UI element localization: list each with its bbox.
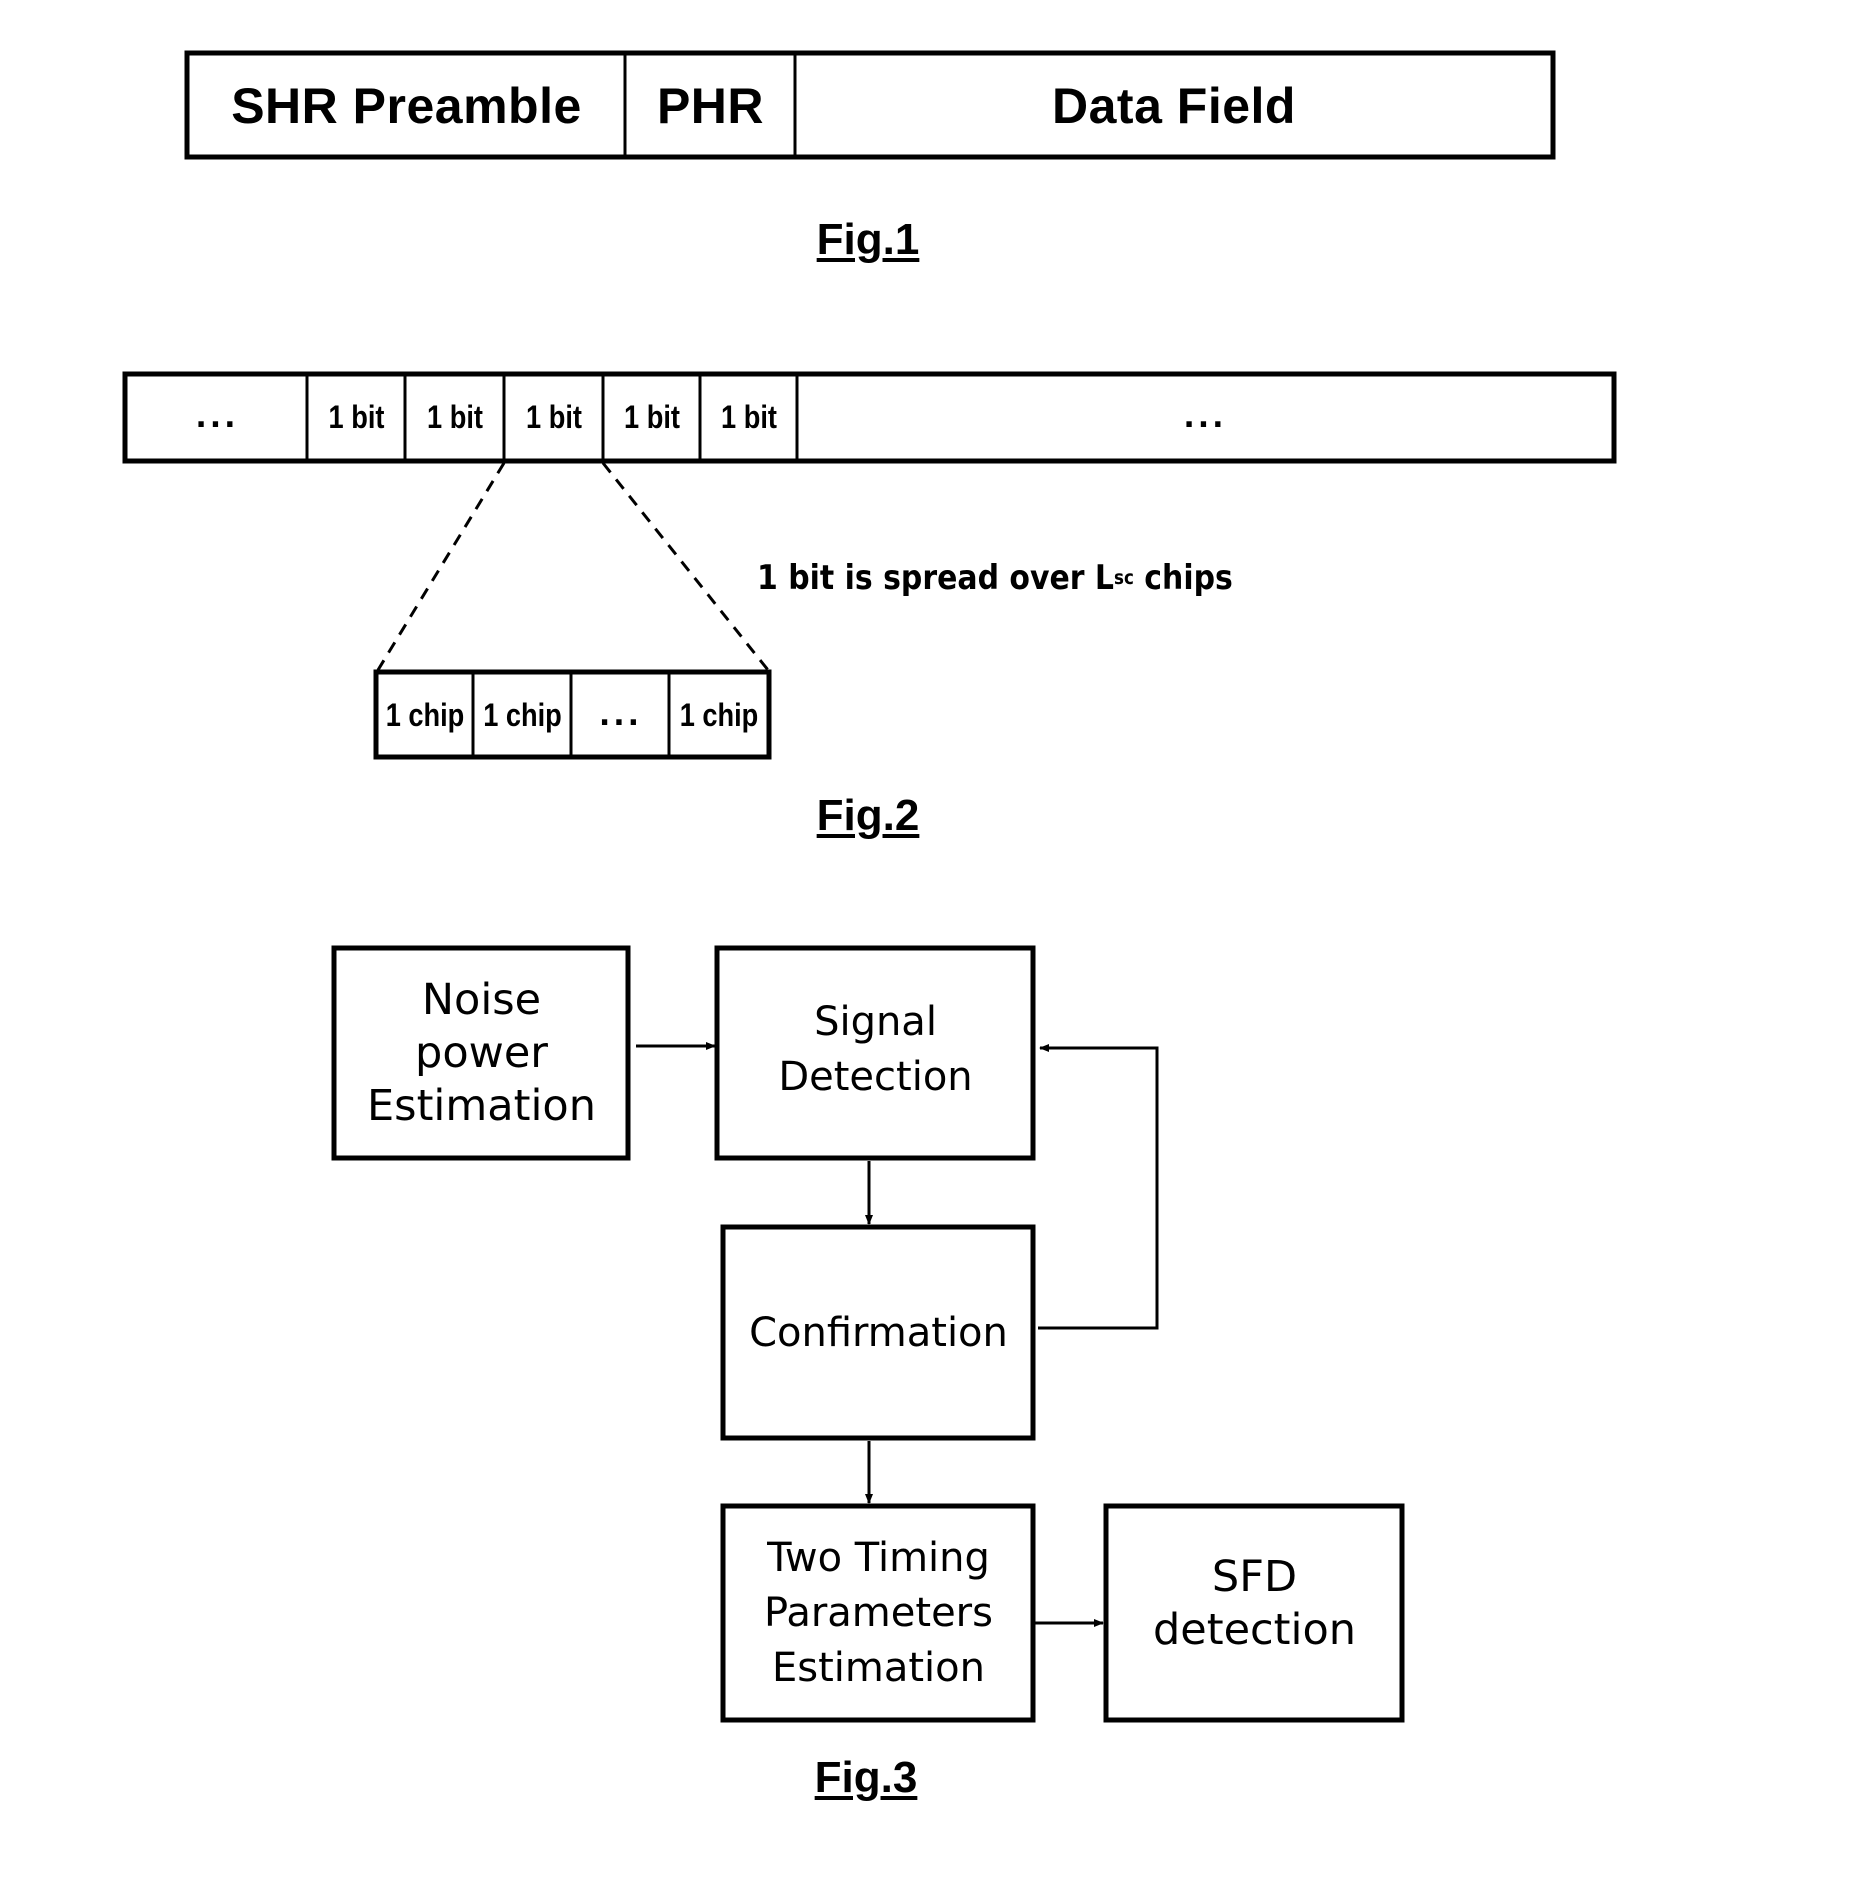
fig2-caption: Fig.2 (816, 791, 920, 840)
fig1-caption: Fig.1 (816, 215, 920, 264)
block-text-line: Confirmation (749, 1309, 1008, 1356)
data-field: Data Field (1052, 78, 1296, 134)
block-text-line: SFD (1211, 1552, 1298, 1602)
fig3-caption: Fig.3 (814, 1753, 918, 1802)
chip-cell-ellipsis: ... (598, 697, 643, 733)
arrow-confirmation-feedback-to-signal (1038, 1044, 1159, 1330)
block-text-line: Two Timing (767, 1535, 990, 1581)
block-text-line: Parameters (764, 1590, 993, 1636)
bit-cell: 1 bit (328, 398, 385, 435)
block-text-line: Signal (814, 998, 937, 1045)
two-timing-parameters-estimation-block: Two Timing Parameters Estimation (726, 1509, 1031, 1718)
spreading-annotation: 1 bit is spread over Lsc chips (757, 553, 1233, 603)
annotation-prefix: 1 bit is spread over L (757, 558, 1115, 598)
phr-field: PHR (656, 78, 765, 134)
block-text-line: power (415, 1028, 548, 1078)
noise-power-estimation-block: Noise power Estimation (337, 951, 626, 1156)
annotation-suffix: chips (1133, 558, 1233, 598)
block-text-line: Estimation (771, 1645, 985, 1691)
bit-cell-expanded: 1 bit (526, 398, 582, 435)
sfd-detection-block: SFD detection (1109, 1509, 1400, 1699)
chip-cell: 1 chip (385, 696, 465, 733)
block-text-line: detection (1152, 1605, 1357, 1655)
bit-cell: 1 bit (721, 398, 777, 435)
block-text-line: Noise (421, 975, 542, 1025)
block-text-line: Detection (778, 1053, 973, 1100)
confirmation-block: Confirmation (726, 1230, 1031, 1436)
bit-cell-ellipsis-right: ... (1183, 399, 1227, 435)
block-text-line: Estimation (367, 1081, 596, 1131)
shr-preamble-field: SHR Preamble (231, 78, 582, 134)
chip-cell: 1 chip (679, 696, 759, 733)
chip-cell: 1 chip (483, 696, 562, 733)
expansion-dashed-line-right (601, 462, 770, 671)
bit-cell: 1 bit (427, 398, 483, 435)
signal-detection-block: Signal Detection (720, 951, 1031, 1148)
expansion-dashed-line-left (376, 462, 506, 671)
bit-cell: 1 bit (624, 398, 680, 435)
annotation-subscript: sc (1114, 567, 1134, 589)
bit-cell-ellipsis-left: ... (195, 399, 239, 435)
